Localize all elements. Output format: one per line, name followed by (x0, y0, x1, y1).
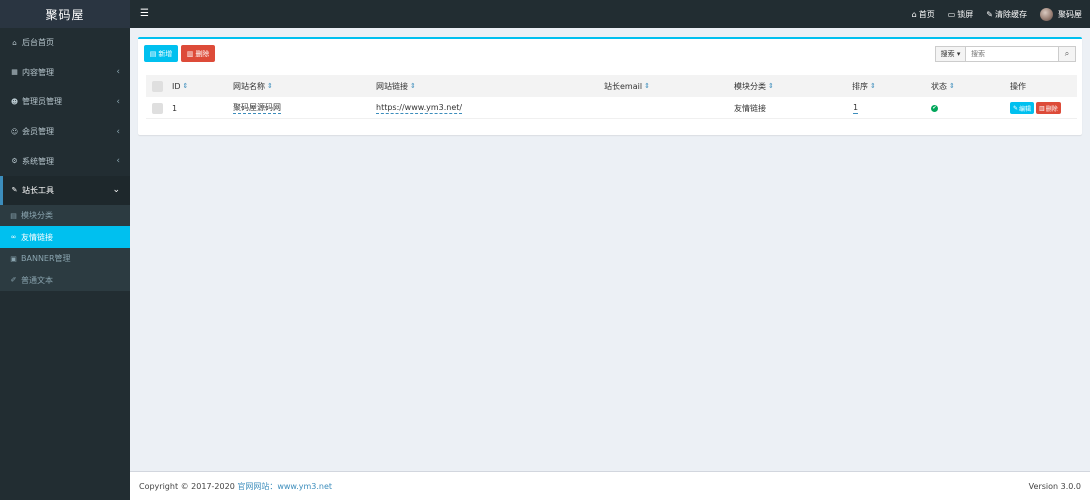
sidebar-subitem-text[interactable]: ✐ 普通文本 (0, 269, 130, 291)
copyright: Copyright © 2017-2020 官网网站：www.ym3.net (139, 481, 333, 491)
sidebar-item-members[interactable]: ☺ 会员管理 ‹ (0, 117, 130, 147)
sidebar-subitem-label: BANNER管理 (21, 254, 71, 264)
chevron-left-icon: ‹ (116, 67, 120, 78)
footer: Copyright © 2017-2020 官网网站：www.ym3.net V… (130, 471, 1090, 500)
chevron-left-icon: ‹ (116, 126, 120, 137)
trash-icon: ▥ (186, 49, 194, 58)
sidebar-item-label: 内容管理 (22, 67, 54, 77)
sidebar-item-system[interactable]: ⚙ 系统管理 ‹ (0, 146, 130, 176)
links-table: ID ⇕ 网站名称 ⇕ 网站链接 ⇕ 站长email ⇕ 模块分类 ⇕ 排序 ⇕ 状态 ⇕ 操… (146, 75, 1077, 119)
nav-lock-screen-link[interactable]: ▭ 锁屏 (948, 9, 974, 20)
chevron-down-icon: ⌄ (112, 185, 120, 196)
col-id[interactable]: ID ⇕ (172, 75, 188, 97)
sort-icon: ⇕ (644, 82, 650, 90)
user-menu[interactable]: 聚码屋 (1040, 7, 1082, 21)
row-delete-button[interactable]: ▥ 删除 (1036, 102, 1061, 114)
sidebar-subitem-label: 普通文本 (21, 275, 53, 285)
sidebar-subitem-friend-links[interactable]: ∞ 友情链接 (0, 226, 130, 248)
sidebar-item-label: 后台首页 (22, 38, 54, 48)
main-content: ▤ 新增 ▥ 删除 搜索 ▾ ⌕ ID⇕ 网站名称⇕ 网站链接⇕ 站长email… (130, 28, 1090, 471)
users-icon: ☻ (10, 97, 19, 106)
user-icon: ☺ (10, 127, 19, 136)
sidebar-item-label: 会员管理 (22, 127, 54, 137)
col-category[interactable]: 模块分类 ⇕ (734, 75, 774, 97)
sort-icon: ⇕ (267, 82, 273, 90)
status-badge[interactable]: ✔ (931, 97, 938, 119)
sidebar-item-admins[interactable]: ☻ 管理员管理 ‹ (0, 87, 130, 117)
nav-label: 清除缓存 (995, 9, 1027, 19)
sidebar: 聚码屋 ⌂ 后台首页 ▦ 内容管理 ‹ ☻ 管理员管理 ‹ ☺ 会员管理 ‹ ⚙… (0, 0, 130, 500)
brand-logo[interactable]: 聚码屋 (0, 0, 130, 28)
top-navbar: ☰ ⌂ 首页 ▭ 锁屏 ✎ 清除缓存 聚码屋 (130, 0, 1090, 28)
row-checkbox[interactable] (152, 97, 163, 119)
chevron-left-icon: ‹ (116, 96, 120, 107)
col-status[interactable]: 状态 ⇕ (931, 75, 955, 97)
gear-icon: ⚙ (11, 157, 18, 166)
image-icon: ▣ (10, 254, 17, 263)
home-icon: ⌂ (911, 9, 917, 19)
select-all-checkbox[interactable] (152, 75, 163, 97)
search-icon[interactable]: ⌕ (1059, 46, 1076, 62)
search-group: 搜索 ▾ ⌕ (935, 46, 1076, 62)
nav-label: 首页 (918, 9, 935, 19)
sort-icon: ⇕ (768, 82, 774, 90)
table-header: ID ⇕ 网站名称 ⇕ 网站链接 ⇕ 站长email ⇕ 模块分类 ⇕ 排序 ⇕ 状态 ⇕ 操… (146, 75, 1077, 97)
row-category: 友情链接 (734, 103, 766, 113)
row-id: 1 (172, 103, 178, 113)
content-box: ▤ 新增 ▥ 删除 搜索 ▾ ⌕ ID⇕ 网站名称⇕ 网站链接⇕ 站长email… (138, 37, 1082, 135)
add-icon: ▤ (149, 49, 157, 58)
sidebar-item-label: 管理员管理 (22, 97, 62, 107)
sidebar-item-dashboard[interactable]: ⌂ 后台首页 (0, 28, 130, 58)
brush-icon: ✎ (986, 9, 993, 19)
nav-label: 锁屏 (957, 9, 974, 19)
delete-button[interactable]: ▥ 删除 (181, 45, 215, 62)
sort-icon: ⇕ (870, 82, 876, 90)
navbar-right: ⌂ 首页 ▭ 锁屏 ✎ 清除缓存 聚码屋 (912, 0, 1082, 28)
col-actions: 操作 (1010, 81, 1026, 91)
avatar (1040, 7, 1053, 21)
sidebar-item-webmaster-tools[interactable]: ✎ 站长工具 ⌄ (0, 175, 130, 205)
row-actions: ✎ 编辑 ▥ 删除 (1010, 97, 1061, 119)
menu-toggle-icon[interactable]: ☰ (140, 8, 149, 19)
edit-icon: ✎ (1013, 104, 1019, 112)
link-icon: ∞ (10, 233, 17, 242)
add-button[interactable]: ▤ 新增 (144, 45, 178, 62)
sidebar-item-content[interactable]: ▦ 内容管理 ‹ (0, 58, 130, 88)
nav-home-link[interactable]: ⌂ 首页 (912, 9, 935, 20)
grid-icon: ▦ (11, 68, 18, 77)
col-url[interactable]: 网站链接 ⇕ (376, 75, 416, 97)
sort-icon: ⇕ (949, 82, 955, 90)
sidebar-subitem-banner[interactable]: ▣ BANNER管理 (0, 248, 130, 270)
sidebar-submenu: ▤ 模块分类 ∞ 友情链接 ▣ BANNER管理 ✐ 普通文本 (0, 204, 130, 291)
module-icon: ▤ (10, 211, 17, 220)
sidebar-subitem-label: 友情链接 (21, 232, 53, 242)
monitor-icon: ▭ (947, 9, 956, 19)
row-name[interactable]: 聚码屋源码网 (233, 97, 281, 119)
nav-clear-cache-link[interactable]: ✎ 清除缓存 (986, 9, 1027, 20)
trash-icon: ▥ (1039, 104, 1045, 112)
home-icon: ⌂ (12, 38, 17, 47)
sidebar-subitem-label: 模块分类 (21, 211, 53, 221)
sort-icon: ⇕ (410, 82, 416, 90)
version: Version 3.0.0 (1028, 481, 1081, 491)
col-name[interactable]: 网站名称 ⇕ (233, 75, 273, 97)
sidebar-item-label: 系统管理 (22, 156, 54, 166)
sort-icon: ⇕ (182, 82, 189, 90)
row-sort[interactable]: 1 (853, 97, 859, 119)
table-row: 1 聚码屋源码网 https://www.ym3.net/ 友情链接 1 ✔ ✎… (146, 97, 1077, 119)
wrench-icon: ✎ (11, 186, 18, 195)
check-circle-icon: ✔ (931, 104, 938, 112)
sidebar-subitem-modules[interactable]: ▤ 模块分类 (0, 205, 130, 227)
official-site-link[interactable]: 官网网站：www.ym3.net (237, 482, 332, 491)
search-field-dropdown[interactable]: 搜索 ▾ (935, 46, 966, 62)
col-sort[interactable]: 排序 ⇕ (852, 75, 876, 97)
sidebar-item-label: 站长工具 (22, 185, 54, 195)
username: 聚码屋 (1058, 9, 1082, 19)
pencil-icon: ✐ (10, 276, 17, 285)
edit-button[interactable]: ✎ 编辑 (1010, 102, 1035, 114)
chevron-left-icon: ‹ (116, 156, 120, 167)
search-input[interactable] (966, 46, 1059, 62)
row-url[interactable]: https://www.ym3.net/ (376, 97, 463, 119)
col-email[interactable]: 站长email ⇕ (604, 75, 650, 97)
